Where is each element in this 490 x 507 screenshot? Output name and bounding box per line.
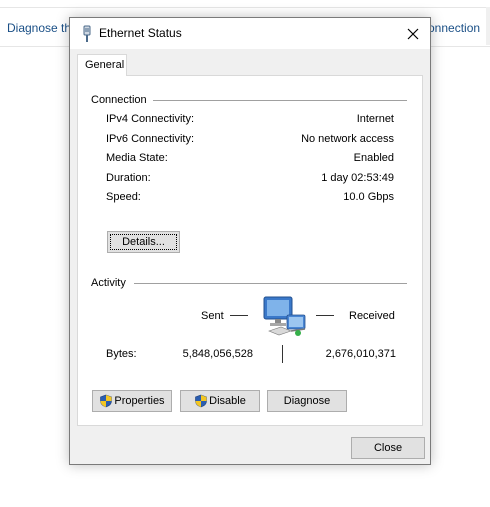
bytes-separator xyxy=(282,345,283,363)
background-connection-link[interactable]: onnection xyxy=(428,21,480,35)
diagnose-button[interactable]: Diagnose xyxy=(267,390,347,412)
uac-shield-icon xyxy=(100,394,113,408)
ipv4-label: IPv4 Connectivity: xyxy=(106,113,195,125)
close-icon[interactable] xyxy=(396,18,430,49)
properties-button-label: Properties xyxy=(114,395,165,407)
bytes-received-value: 2,676,010,371 xyxy=(325,348,396,360)
ipv6-label: IPv6 Connectivity: xyxy=(106,133,195,145)
connection-group-line xyxy=(153,100,407,101)
network-adapter-icon xyxy=(83,25,91,42)
duration-value: 1 day 02:53:49 xyxy=(321,172,394,184)
title-bar[interactable]: Ethernet Status xyxy=(70,18,430,49)
activity-group-label: Activity xyxy=(91,277,126,289)
activity-group-line xyxy=(134,283,407,284)
bytes-sent-value: 5,848,056,528 xyxy=(182,348,253,360)
received-label: Received xyxy=(349,310,395,322)
disable-button-label: Disable xyxy=(209,395,246,407)
speed-label: Speed: xyxy=(106,191,141,203)
details-button[interactable]: Details... xyxy=(107,231,180,253)
background-scroll-edge xyxy=(486,7,490,45)
bytes-label: Bytes: xyxy=(106,348,137,360)
ipv4-value: Internet xyxy=(356,113,394,125)
tab-general[interactable]: General xyxy=(77,54,127,76)
dialog-title: Ethernet Status xyxy=(99,26,182,40)
duration-label: Duration: xyxy=(106,172,151,184)
ipv6-value: No network access xyxy=(301,133,394,145)
background-diagnose-link[interactable]: Diagnose th xyxy=(7,21,71,35)
speed-value: 10.0 Gbps xyxy=(343,191,394,203)
media-state-label: Media State: xyxy=(106,152,168,164)
tab-general-label: General xyxy=(85,59,125,71)
sent-label: Sent xyxy=(201,310,224,322)
received-line xyxy=(316,315,334,316)
disable-button[interactable]: Disable xyxy=(180,390,260,412)
media-state-value: Enabled xyxy=(353,152,394,164)
general-panel: Connection IPv4 Connectivity: Internet I… xyxy=(77,75,423,426)
close-button[interactable]: Close xyxy=(351,437,425,459)
network-computers-icon xyxy=(263,296,306,336)
connection-group-label: Connection xyxy=(91,94,147,106)
sent-line xyxy=(230,315,248,316)
ethernet-status-dialog: Ethernet Status General Connection IPv4 … xyxy=(69,17,431,465)
uac-shield-icon xyxy=(195,394,207,408)
properties-button[interactable]: Properties xyxy=(92,390,172,412)
